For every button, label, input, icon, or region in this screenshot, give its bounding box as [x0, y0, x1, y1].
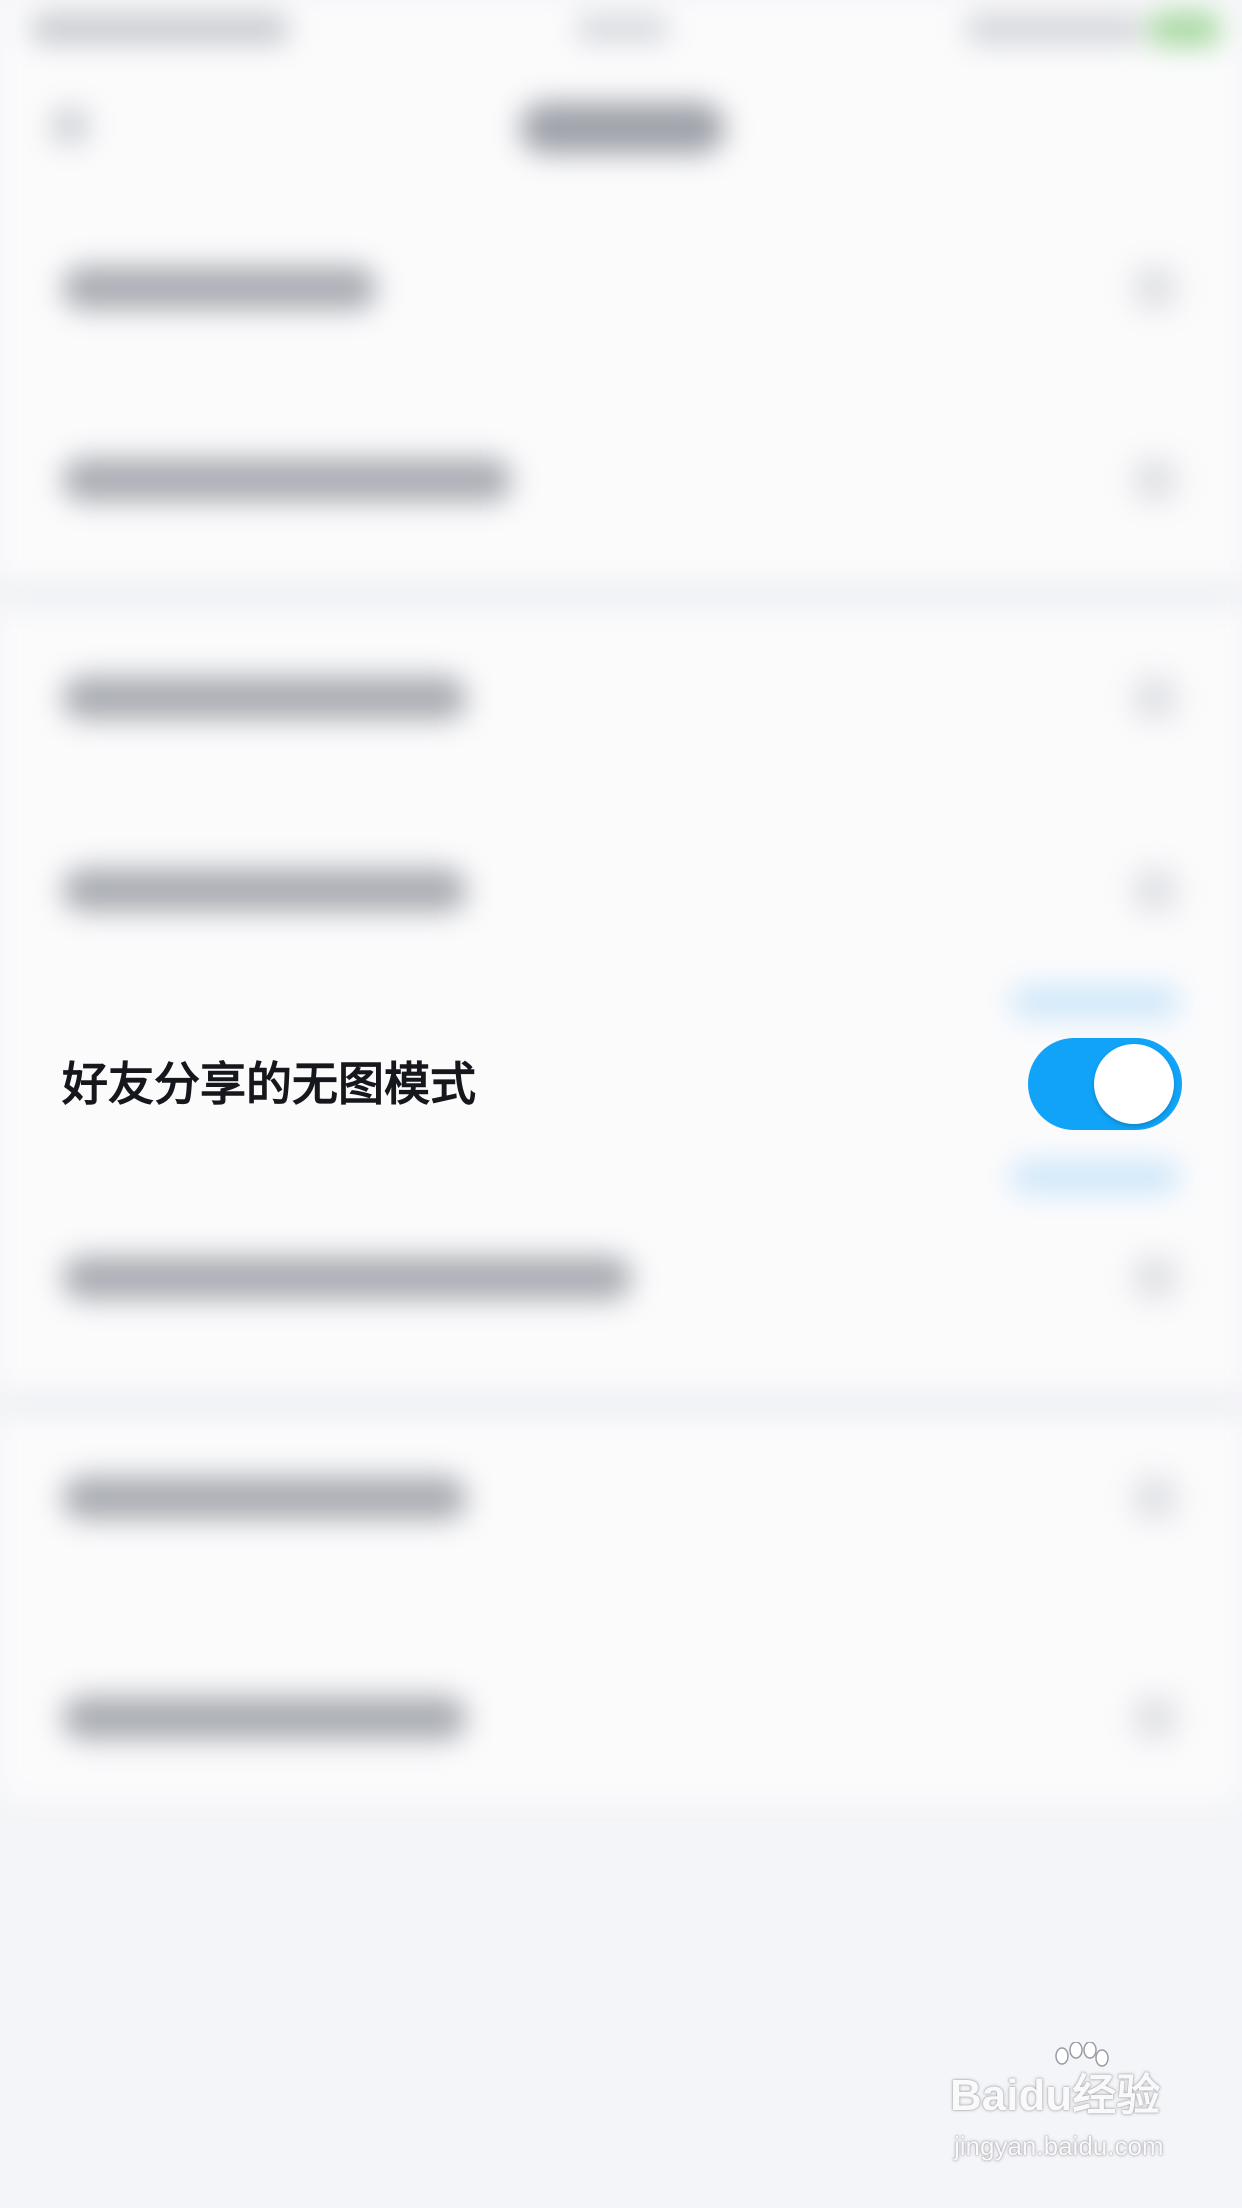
- chevron-right-icon: [1133, 1696, 1177, 1740]
- no-image-mode-toggle[interactable]: [1028, 1038, 1182, 1130]
- settings-row[interactable]: [0, 792, 1242, 984]
- settings-row[interactable]: [0, 1180, 1242, 1372]
- battery-icon: [1150, 12, 1220, 46]
- status-bar-carrier: [30, 14, 290, 44]
- status-bar: [0, 0, 1242, 60]
- settings-screen: 好友分享的无图模式 Baidu经验 jingyan.baidu.com: [0, 0, 1242, 2208]
- settings-row[interactable]: [0, 1620, 1242, 1812]
- blurred-background: [0, 0, 1242, 1800]
- chevron-right-icon: [1133, 1256, 1177, 1300]
- chevron-right-icon: [1133, 1476, 1177, 1520]
- back-icon[interactable]: [52, 108, 88, 144]
- settings-row-label: [62, 1696, 467, 1740]
- settings-row-label: [62, 868, 467, 912]
- settings-row-label: [62, 676, 467, 720]
- settings-row-label: [62, 1476, 467, 1520]
- no-image-mode-label: 好友分享的无图模式: [62, 1057, 476, 1111]
- settings-row[interactable]: [0, 190, 1242, 382]
- status-bar-indicators: [965, 14, 1145, 44]
- settings-row[interactable]: [0, 600, 1242, 792]
- settings-row[interactable]: [0, 1400, 1242, 1592]
- settings-row[interactable]: [0, 382, 1242, 574]
- watermark-url: jingyan.baidu.com: [954, 2131, 1164, 2161]
- settings-row-label: [62, 266, 377, 310]
- status-bar-time: [575, 16, 670, 42]
- watermark-logo: Baidu经验: [950, 2071, 1161, 2120]
- toggle-knob[interactable]: [1094, 1044, 1174, 1124]
- page-title: [520, 102, 725, 154]
- chevron-right-icon: [1133, 266, 1177, 310]
- chevron-right-icon: [1133, 868, 1177, 912]
- settings-row-friend-share-no-image: 好友分享的无图模式: [0, 1008, 1242, 1158]
- chevron-right-icon: [1133, 458, 1177, 502]
- watermark: Baidu经验 jingyan.baidu.com: [950, 2042, 1200, 2180]
- settings-row-label: [62, 458, 512, 502]
- settings-row-label: [62, 1256, 632, 1300]
- chevron-right-icon: [1133, 676, 1177, 720]
- nav-bar: [0, 60, 1242, 190]
